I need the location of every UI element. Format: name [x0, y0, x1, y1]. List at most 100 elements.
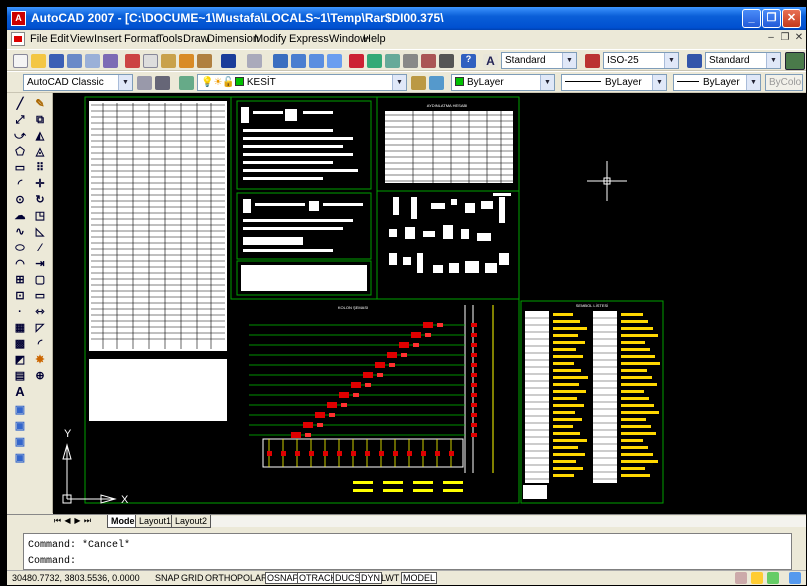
workspace-select[interactable]: AutoCAD Classic ▼ — [23, 74, 133, 91]
join-icon[interactable]: ⇿ — [33, 305, 47, 319]
trim-icon[interactable]: ⁄ — [33, 241, 47, 255]
polyline-icon[interactable]: ⤻ — [13, 129, 27, 143]
color-select[interactable]: ByLayer ▼ — [451, 74, 555, 91]
block-editor-icon[interactable] — [197, 54, 212, 68]
draworder-front-icon[interactable]: ▣ — [13, 403, 27, 417]
circle-icon[interactable]: ⊙ — [13, 193, 27, 207]
multiline-text-icon[interactable]: A — [13, 385, 27, 399]
break-at-point-icon[interactable]: ▢ — [33, 273, 47, 287]
explode-icon[interactable]: ✸ — [33, 353, 47, 367]
stretch-icon[interactable]: ◺ — [33, 225, 47, 239]
plot-icon[interactable] — [67, 54, 82, 68]
ellipse-icon[interactable]: ⬭ — [13, 241, 27, 255]
move-icon[interactable]: ✛ — [33, 177, 47, 191]
extend-icon[interactable]: ⇥ — [33, 257, 47, 271]
arc-icon[interactable]: ◜ — [13, 177, 27, 191]
horizontal-scrollbar[interactable] — [211, 516, 806, 527]
command-window[interactable]: Command: *Cancel* Command: — [23, 533, 792, 570]
menu-modify[interactable]: Modify — [254, 33, 286, 45]
properties-icon[interactable] — [349, 54, 364, 68]
table-style-select[interactable]: Standard ▼ — [705, 52, 781, 69]
line-icon[interactable]: ╱ — [13, 97, 27, 111]
dim-style-select[interactable]: ISO-25 ▼ — [603, 52, 679, 69]
mirror-icon[interactable]: ◭ — [33, 129, 47, 143]
design-center-icon[interactable] — [367, 54, 382, 68]
document-icon[interactable] — [11, 32, 25, 46]
lwt-toggle[interactable]: LWT — [379, 572, 401, 584]
offset-icon[interactable]: ◬ — [33, 145, 47, 159]
copy-object-icon[interactable]: ⧉ — [33, 113, 47, 127]
table-style-icon[interactable] — [687, 54, 702, 68]
draworder-back-icon[interactable]: ▣ — [13, 419, 27, 433]
menu-file[interactable]: File — [30, 33, 48, 45]
revision-cloud-icon[interactable]: ☁ — [13, 209, 27, 223]
scale-icon[interactable]: ◳ — [33, 209, 47, 223]
lineweight-select[interactable]: ByLayer ▼ — [673, 74, 761, 91]
grid-toggle[interactable]: GRID — [179, 572, 206, 584]
break-icon[interactable]: ▭ — [33, 289, 47, 303]
menu-dimension[interactable]: Dimension — [207, 33, 259, 45]
linetype-select[interactable]: ByLayer ▼ — [561, 74, 667, 91]
markup-icon[interactable] — [421, 54, 436, 68]
doc-close-icon[interactable]: ✕ — [791, 32, 806, 46]
tray-settings-icon[interactable] — [767, 572, 779, 584]
layer-previous-icon[interactable] — [429, 76, 444, 90]
publish-icon[interactable] — [103, 54, 118, 68]
clean-screen-icon[interactable] — [789, 572, 801, 584]
help-icon[interactable]: ? — [461, 54, 476, 68]
last-tab-button[interactable]: ⏭ — [83, 516, 92, 526]
cut-icon[interactable] — [125, 54, 140, 68]
layer-select[interactable]: 💡☀🔓 KESİT ▼ — [197, 74, 407, 91]
title-bar[interactable]: A AutoCAD 2007 - [C:\DOCUME~1\Mustafa\LO… — [7, 7, 806, 30]
minimize-button[interactable]: _ — [742, 9, 761, 28]
make-layer-current-icon[interactable] — [411, 76, 426, 90]
menu-express[interactable]: Express — [289, 33, 329, 45]
gradient-icon[interactable]: ▩ — [13, 337, 27, 351]
communication-center-icon[interactable] — [735, 572, 747, 584]
previous-tab-button[interactable]: ◀ — [63, 516, 72, 525]
tool-palettes-icon[interactable] — [385, 54, 400, 68]
table-icon[interactable]: ▤ — [13, 369, 27, 383]
zoom-icon[interactable]: ⊕ — [33, 369, 47, 383]
open-icon[interactable] — [31, 54, 46, 68]
menu-view[interactable]: View — [70, 33, 94, 45]
ortho-toggle[interactable]: ORTHO — [203, 572, 239, 584]
plot-preview-icon[interactable] — [85, 54, 100, 68]
save-icon[interactable] — [49, 54, 64, 68]
menu-draw[interactable]: Draw — [183, 33, 209, 45]
rectangle-icon[interactable]: ▭ — [13, 161, 27, 175]
erase-icon[interactable]: ✎ — [33, 97, 47, 111]
copy-icon[interactable] — [143, 54, 158, 68]
text-style-select[interactable]: Standard ▼ — [501, 52, 577, 69]
fillet-icon[interactable]: ◜ — [33, 337, 47, 351]
zoom-previous-icon[interactable] — [327, 54, 342, 68]
calculator-icon[interactable] — [439, 54, 454, 68]
menu-tools[interactable]: Tools — [157, 33, 183, 45]
menu-insert[interactable]: Insert — [94, 33, 122, 45]
polygon-icon[interactable]: ⬠ — [13, 145, 27, 159]
hatch-icon[interactable]: ▦ — [13, 321, 27, 335]
undo-icon[interactable] — [221, 54, 236, 68]
insert-block-icon[interactable]: ⊞ — [13, 273, 27, 287]
palette-preview-icon[interactable] — [785, 52, 805, 70]
spline-icon[interactable]: ∿ — [13, 225, 27, 239]
redo-icon[interactable] — [247, 54, 262, 68]
construction-line-icon[interactable]: ⤢ — [13, 113, 27, 127]
paste-icon[interactable] — [161, 54, 176, 68]
command-prompt[interactable]: Command: — [28, 556, 76, 567]
dim-style-icon[interactable] — [585, 54, 600, 68]
sheet-set-icon[interactable] — [403, 54, 418, 68]
draworder-above-icon[interactable]: ▣ — [13, 435, 27, 449]
pan-icon[interactable] — [273, 54, 288, 68]
first-tab-button[interactable]: ⏮ — [53, 516, 62, 526]
match-properties-icon[interactable] — [179, 54, 194, 68]
tab-layout2[interactable]: Layout2 — [171, 515, 212, 528]
osnap-toggle[interactable]: OSNAP — [265, 572, 301, 584]
drawing-canvas[interactable]: AYDINLATMA HESABI KOLON ŞEMASI SEMBOL Lİ… — [53, 93, 806, 514]
save-workspace-icon[interactable] — [155, 76, 170, 90]
region-icon[interactable]: ◩ — [13, 353, 27, 367]
draworder-below-icon[interactable]: ▣ — [13, 451, 27, 465]
chamfer-icon[interactable]: ◸ — [33, 321, 47, 335]
close-button[interactable]: ✕ — [782, 9, 801, 28]
new-icon[interactable] — [13, 54, 28, 68]
